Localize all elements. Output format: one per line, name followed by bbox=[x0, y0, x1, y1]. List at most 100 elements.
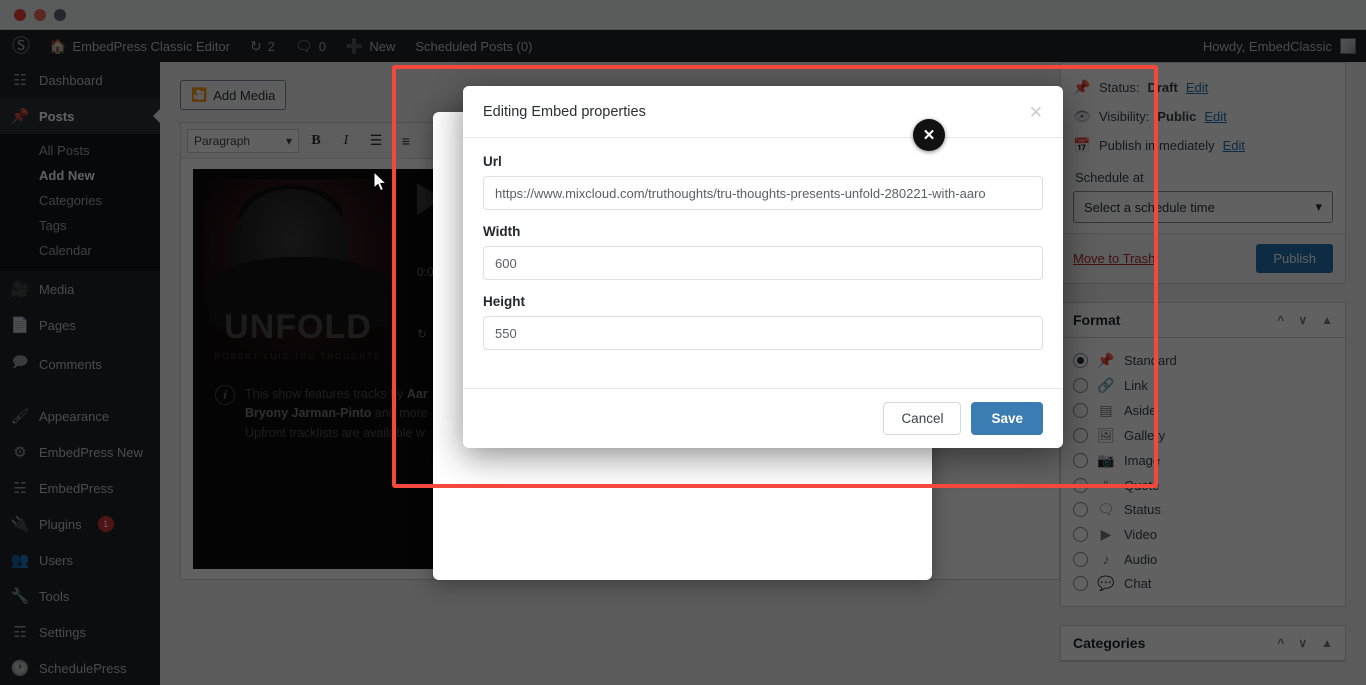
height-label: Height bbox=[483, 294, 525, 309]
save-button[interactable]: Save bbox=[971, 402, 1043, 435]
sidebar-item-pages[interactable]: 📄 Pages bbox=[0, 307, 160, 343]
radio-quote[interactable] bbox=[1073, 477, 1088, 493]
bullet-list-icon[interactable]: ☰ bbox=[363, 128, 389, 154]
sidebar-item-embedpress[interactable]: ☵ EmbedPress bbox=[0, 470, 160, 506]
scheduled-posts-menu[interactable]: Scheduled Posts (0) bbox=[405, 30, 542, 62]
wordpress-logo-icon[interactable]: Ⓢ bbox=[0, 37, 39, 55]
sidebar-item-embedpress-new[interactable]: ⚙ EmbedPress New bbox=[0, 434, 160, 470]
status-edit-link[interactable]: Edit bbox=[1186, 80, 1208, 95]
radio-status[interactable] bbox=[1073, 502, 1088, 517]
modal-close-fab-icon[interactable]: ✕ bbox=[913, 119, 945, 151]
clock-icon: 🕐 bbox=[10, 660, 30, 677]
publish-date-edit-link[interactable]: Edit bbox=[1223, 138, 1245, 153]
quote-icon: “ bbox=[1103, 477, 1109, 493]
format-option-chat[interactable]: 💬 Chat bbox=[1073, 571, 1333, 596]
window-maximize-button[interactable] bbox=[54, 8, 66, 21]
sidebar-item-users[interactable]: 👥 Users bbox=[0, 542, 160, 578]
url-input[interactable]: https://www.mixcloud.com/truthoughts/tru… bbox=[483, 176, 1043, 210]
sidebar-item-label: Pages bbox=[39, 317, 76, 333]
site-name-menu[interactable]: 🏠 EmbedPress Classic Editor bbox=[39, 30, 240, 62]
chevron-down-icon[interactable]: ∨ bbox=[1298, 636, 1307, 650]
sidebar-item-posts[interactable]: 📌 Posts bbox=[0, 98, 160, 134]
radio-image[interactable] bbox=[1073, 453, 1088, 468]
settings-icon: ☶ bbox=[13, 624, 27, 641]
radio-gallery[interactable] bbox=[1073, 428, 1088, 443]
triangle-up-icon[interactable]: ▲ bbox=[1321, 636, 1333, 650]
move-to-trash-link[interactable]: Move to Trash bbox=[1073, 251, 1155, 266]
window-minimize-button[interactable] bbox=[34, 8, 46, 21]
users-icon: 👥 bbox=[10, 552, 30, 569]
numbered-list-icon[interactable]: ≡ bbox=[393, 128, 419, 154]
format-option-gallery[interactable]: 🖼 Gallery bbox=[1073, 423, 1333, 448]
gear-icon: ⚙ bbox=[13, 444, 27, 461]
sidebar-item-schedulepress[interactable]: 🕐 SchedulePress bbox=[0, 650, 160, 685]
sidebar-item-label: Media bbox=[39, 281, 75, 297]
plugins-update-badge: 1 bbox=[97, 516, 114, 532]
sidebar-subitem-tags[interactable]: Tags bbox=[0, 213, 160, 238]
add-media-button[interactable]: 🎦 Add Media bbox=[180, 80, 287, 110]
schedule-time-value: Select a schedule time bbox=[1084, 199, 1215, 215]
chevron-up-icon[interactable]: ^ bbox=[1277, 636, 1284, 650]
sidebar-subitem-all-posts[interactable]: All Posts bbox=[0, 138, 160, 163]
aside-icon: ▤ bbox=[1099, 402, 1113, 418]
embed-artwork-subtitle: ROBERT LUIS TRU THOUGHTS bbox=[214, 352, 382, 361]
format-option-image[interactable]: 📷 Image bbox=[1073, 448, 1333, 473]
publish-box: 📌 Status: Draft Edit 👁 Visibility: Publi… bbox=[1060, 62, 1346, 284]
cancel-button[interactable]: Cancel bbox=[883, 402, 962, 435]
sidebar-subitem-calendar[interactable]: Calendar bbox=[0, 238, 160, 263]
new-label: New bbox=[369, 38, 396, 54]
comments-menu[interactable]: 🗨 0 bbox=[285, 30, 336, 62]
close-icon[interactable]: ✕ bbox=[1029, 104, 1043, 121]
chevron-down-icon[interactable]: ∨ bbox=[1298, 313, 1307, 327]
radio-video[interactable] bbox=[1073, 527, 1088, 542]
format-option-aside[interactable]: ▤ Aside bbox=[1073, 398, 1333, 423]
visibility-edit-link[interactable]: Edit bbox=[1204, 109, 1226, 124]
edit-embed-modal: Editing Embed properties ✕ Url https://w… bbox=[463, 86, 1063, 448]
format-option-quote[interactable]: “ Quote bbox=[1073, 473, 1333, 497]
width-input[interactable]: 600 bbox=[483, 246, 1043, 280]
radio-audio[interactable] bbox=[1073, 551, 1088, 567]
radio-standard[interactable] bbox=[1073, 353, 1088, 368]
width-field-group: Width 600 bbox=[483, 224, 1043, 280]
sidebar-item-dashboard[interactable]: ☷ Dashboard bbox=[0, 62, 160, 98]
sidebar-item-settings[interactable]: ☶ Settings bbox=[0, 614, 160, 650]
sidebar-item-label: Plugins bbox=[39, 516, 82, 532]
comments-icon: 🗨 bbox=[294, 37, 313, 54]
publish-box-inner: 📌 Status: Draft Edit 👁 Visibility: Publi… bbox=[1061, 63, 1345, 233]
format-box-title: Format bbox=[1073, 312, 1121, 328]
desc-line1-a: This show features tracks by bbox=[245, 387, 407, 401]
new-content-menu[interactable]: ➕ New bbox=[336, 30, 405, 62]
radio-chat[interactable] bbox=[1073, 576, 1088, 591]
schedule-time-select[interactable]: Select a schedule time ▾ bbox=[1073, 191, 1333, 223]
sidebar-item-plugins[interactable]: 🔌 Plugins 1 bbox=[0, 506, 160, 542]
sidebar-item-comments[interactable]: 🗩 Comments bbox=[0, 343, 160, 386]
account-menu[interactable]: Howdy, EmbedClassic bbox=[1203, 38, 1366, 54]
publish-box-footer: Move to Trash Publish bbox=[1061, 233, 1345, 283]
sidebar-subitem-categories[interactable]: Categories bbox=[0, 188, 160, 213]
window-close-button[interactable] bbox=[14, 8, 26, 21]
sidebar-item-appearance[interactable]: 🖌 Appearance bbox=[0, 398, 160, 434]
sidebar-item-label: SchedulePress bbox=[39, 660, 127, 676]
format-option-label: Chat bbox=[1124, 576, 1152, 591]
sidebar-item-tools[interactable]: 🔧 Tools bbox=[0, 578, 160, 614]
format-option-audio[interactable]: ♪ Audio bbox=[1073, 547, 1333, 571]
format-option-status[interactable]: 🗨 Status bbox=[1073, 497, 1333, 522]
italic-button[interactable]: I bbox=[333, 128, 359, 154]
triangle-up-icon[interactable]: ▲ bbox=[1321, 313, 1333, 327]
format-option-link[interactable]: 🔗 Link bbox=[1073, 373, 1333, 398]
format-option-label: Audio bbox=[1124, 551, 1158, 567]
updates-menu[interactable]: ↻ 2 bbox=[240, 30, 285, 62]
desc-line2-b: and more bbox=[371, 406, 428, 421]
sidebar-item-media[interactable]: 🎥 Media bbox=[0, 271, 160, 307]
format-option-video[interactable]: ▶ Video bbox=[1073, 522, 1333, 547]
chevron-up-icon[interactable]: ^ bbox=[1277, 313, 1284, 327]
sidebar-subitem-add-new[interactable]: Add New bbox=[0, 163, 160, 188]
format-option-standard[interactable]: 📌 Standard bbox=[1073, 348, 1333, 373]
height-input[interactable]: 550 bbox=[483, 316, 1043, 350]
paragraph-format-select[interactable]: Paragraph ▾ bbox=[187, 128, 299, 153]
radio-link[interactable] bbox=[1073, 378, 1088, 393]
publish-button[interactable]: Publish bbox=[1256, 244, 1333, 273]
bold-button[interactable]: B bbox=[303, 128, 329, 154]
pin-icon: 📌 bbox=[1097, 352, 1115, 368]
radio-aside[interactable] bbox=[1073, 403, 1088, 418]
